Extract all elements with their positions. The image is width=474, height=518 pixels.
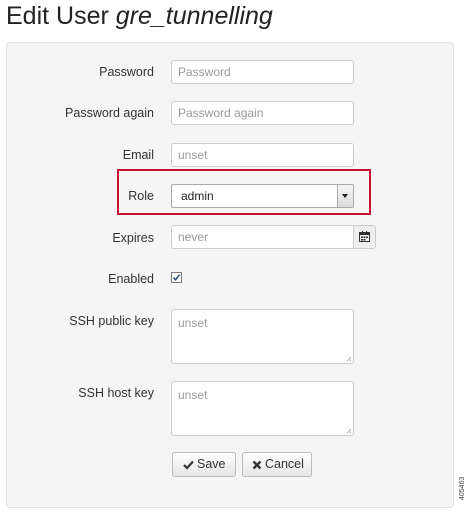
enabled-checkbox[interactable] bbox=[171, 272, 182, 283]
ssh-public-key-label: SSH public key bbox=[69, 314, 154, 328]
enabled-label: Enabled bbox=[108, 272, 154, 286]
cancel-button-label: Cancel bbox=[265, 457, 304, 471]
ssh-host-key-textarea[interactable]: unset bbox=[171, 381, 354, 436]
role-select[interactable]: admin bbox=[171, 184, 354, 208]
cancel-button[interactable]: Cancel bbox=[242, 452, 312, 477]
password-again-label: Password again bbox=[65, 106, 154, 120]
role-dropdown-button[interactable] bbox=[337, 185, 353, 207]
x-icon bbox=[252, 460, 262, 470]
checkmark-icon bbox=[183, 460, 194, 470]
resize-handle-icon[interactable] bbox=[346, 428, 352, 434]
expires-label: Expires bbox=[112, 231, 154, 245]
role-label: Role bbox=[128, 189, 154, 203]
ssh-public-key-placeholder: unset bbox=[178, 316, 208, 330]
calendar-icon bbox=[359, 231, 370, 242]
role-select-value: admin bbox=[181, 189, 214, 203]
expires-calendar-button[interactable] bbox=[353, 225, 376, 249]
page-title-username: gre_tunnelling bbox=[115, 2, 273, 30]
page-title-prefix: Edit User bbox=[6, 2, 116, 30]
email-label: Email bbox=[122, 148, 154, 162]
save-button[interactable]: Save bbox=[172, 452, 236, 477]
password-label: Password bbox=[99, 65, 154, 79]
ssh-host-key-label: SSH host key bbox=[78, 386, 154, 400]
expires-field[interactable]: never bbox=[171, 225, 354, 249]
resize-handle-icon[interactable] bbox=[346, 356, 352, 362]
ssh-host-key-placeholder: unset bbox=[178, 388, 208, 402]
checkmark-icon bbox=[172, 274, 181, 281]
figure-id: 405463 bbox=[459, 476, 466, 500]
password-again-field[interactable]: Password again bbox=[171, 101, 354, 125]
chevron-down-icon bbox=[342, 194, 348, 198]
page-title: Edit User gre_tunnelling bbox=[6, 2, 273, 31]
save-button-label: Save bbox=[197, 457, 226, 471]
email-field[interactable]: unset bbox=[171, 143, 354, 167]
password-field[interactable]: Password bbox=[171, 60, 354, 84]
ssh-public-key-textarea[interactable]: unset bbox=[171, 309, 354, 364]
